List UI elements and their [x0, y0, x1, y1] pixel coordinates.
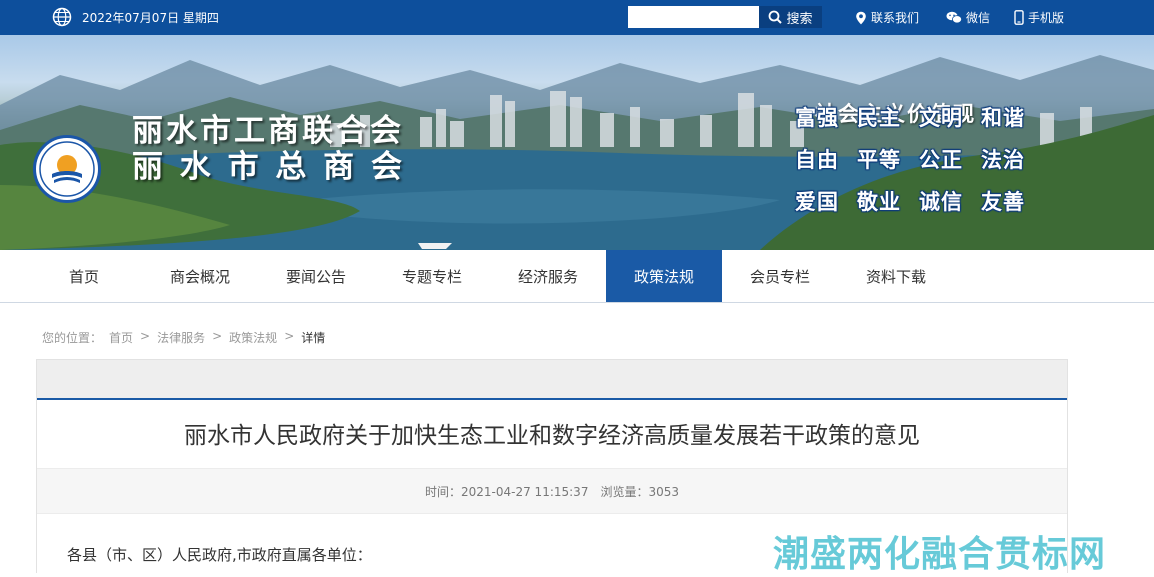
watermark-text: 潮盛两化融合贯标网 — [773, 534, 1107, 575]
publish-time-label: 时间： — [424, 484, 461, 499]
header-banner: 丽水市工商联合会 丽 水 市 总 商 会 社会主义价值观 富强 民主 文明 和谐… — [0, 35, 1154, 250]
article-header-bar — [37, 360, 1067, 400]
wechat-link[interactable]: 微信 — [946, 9, 990, 26]
globe-icon — [52, 7, 72, 27]
view-count: 浏览量：3053 — [600, 483, 679, 500]
contact-us-link[interactable]: 联系我们 — [855, 9, 919, 26]
core-value: 民主 — [857, 106, 901, 130]
nav-item-news[interactable]: 要闻公告 — [263, 250, 369, 302]
contact-us-label: 联系我们 — [871, 11, 920, 25]
core-value: 爱国 — [795, 190, 839, 214]
core-values-row-3: 爱国 敬业 诚信 友善 — [795, 186, 1025, 216]
location-pin-icon — [856, 11, 866, 24]
mobile-label: 手机版 — [1028, 11, 1065, 25]
nav-item-downloads[interactable]: 资料下载 — [843, 250, 949, 302]
view-count-label: 浏览量： — [600, 484, 649, 499]
core-value: 和谐 — [981, 106, 1025, 130]
core-value: 富强 — [795, 106, 839, 130]
nav-item-economic-services[interactable]: 经济服务 — [495, 250, 601, 302]
breadcrumb-link-home[interactable]: 首页 — [109, 329, 133, 346]
breadcrumb-link-policies[interactable]: 政策法规 — [229, 329, 277, 346]
article-title: 丽水市人民政府关于加快生态工业和数字经济高质量发展若干政策的意见 — [184, 423, 920, 449]
search-button-label: 搜索 — [786, 11, 813, 27]
nav-item-members[interactable]: 会员专栏 — [727, 250, 833, 302]
view-count-value: 3053 — [648, 484, 680, 499]
mobile-link[interactable]: 手机版 — [1014, 9, 1064, 26]
core-value: 自由 — [795, 148, 839, 172]
core-values-row-1: 富强 民主 文明 和谐 — [795, 102, 1025, 132]
current-date: 2022年07月07日 星期四 — [82, 11, 219, 25]
main-nav: 首页 商会概况 要闻公告 专题专栏 经济服务 政策法规 会员专栏 资料下载 — [0, 250, 1154, 303]
core-value: 文明 — [919, 106, 963, 130]
publish-time: 时间：2021-04-27 11:15:37 — [425, 483, 588, 500]
core-value: 友善 — [981, 190, 1025, 214]
nav-item-about[interactable]: 商会概况 — [147, 250, 253, 302]
breadcrumb-link-legal[interactable]: 法律服务 — [157, 329, 205, 346]
article-meta: 时间：2021-04-27 11:15:37 浏览量：3053 — [37, 468, 1067, 514]
breadcrumb-separator: > — [284, 329, 295, 343]
mobile-phone-icon — [1014, 10, 1024, 25]
breadcrumb-separator: > — [140, 329, 151, 343]
search-input[interactable] — [628, 6, 759, 28]
breadcrumb-prefix: 您的位置： — [42, 331, 103, 345]
nav-item-home[interactable]: 首页 — [37, 250, 131, 302]
org-logo — [33, 135, 101, 203]
wechat-icon — [946, 11, 962, 24]
core-values-row-2: 自由 平等 公正 法治 — [795, 144, 1025, 174]
breadcrumb: 您的位置： 首页 > 法律服务 > 政策法规 > 详情 — [42, 329, 325, 346]
search-icon — [769, 10, 783, 24]
publish-time-value: 2021-04-27 11:15:37 — [461, 484, 589, 499]
top-bar: 2022年07月07日 星期四 搜索 联系我们 微信 手机版 — [0, 0, 1154, 35]
core-value: 平等 — [857, 148, 901, 172]
search-button[interactable]: 搜索 — [759, 6, 822, 28]
breadcrumb-separator: > — [212, 329, 223, 343]
article-body-first-line: 各县（市、区）人民政府,市政府直属各单位： — [67, 546, 372, 564]
core-value: 法治 — [981, 148, 1025, 172]
org-name-line2: 丽 水 市 总 商 会 — [132, 149, 405, 185]
breadcrumb-current: 详情 — [301, 331, 326, 345]
core-value: 公正 — [919, 148, 963, 172]
nav-item-topics[interactable]: 专题专栏 — [379, 250, 485, 302]
core-value: 敬业 — [857, 190, 901, 214]
wechat-label: 微信 — [966, 11, 991, 25]
core-value: 诚信 — [919, 190, 963, 214]
nav-item-policies[interactable]: 政策法规 — [606, 250, 722, 302]
